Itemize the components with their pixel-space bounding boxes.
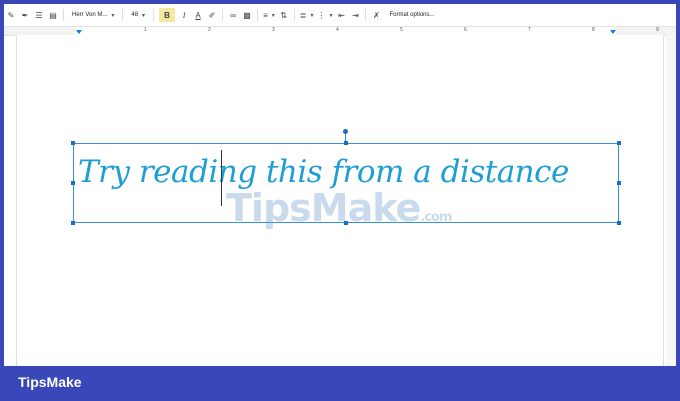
vertical-scrollbar[interactable] <box>666 35 676 366</box>
format-options-button[interactable]: Format options... <box>389 12 434 18</box>
clear-formatting-icon[interactable]: ✗ <box>371 8 381 22</box>
pen-icon[interactable]: ✒ <box>20 8 30 22</box>
ruler-number: 4 <box>336 27 339 33</box>
document-text[interactable]: Try reading this from a distance <box>78 154 569 190</box>
watermark-text: TipsMake <box>226 186 421 230</box>
watermark-suffix: .com <box>420 210 452 225</box>
ruler-number: 6 <box>464 27 467 33</box>
ruler-number: 7 <box>528 27 531 33</box>
toolbar-divider <box>122 9 124 21</box>
link-icon[interactable]: ∞ <box>228 8 238 22</box>
left-indent-marker-icon[interactable] <box>76 30 82 34</box>
toolbar-divider <box>257 9 259 21</box>
paint-format-icon[interactable]: ✎ <box>6 8 16 22</box>
toolbar-divider <box>293 9 295 21</box>
app-window: ✎ ✒ ☰ ▤ Herr Von M... 48 B I A ✐ ∞ ▩ ≡ ⇅… <box>4 4 676 366</box>
border-weight-icon[interactable]: ☰ <box>34 8 44 22</box>
rotation-handle[interactable] <box>343 129 348 134</box>
footer-brand: TipsMake <box>18 374 82 390</box>
font-size-select[interactable]: 48 <box>128 8 148 22</box>
comment-icon[interactable]: ▩ <box>242 8 252 22</box>
ruler-number: 3 <box>272 27 275 33</box>
text-cursor <box>221 150 222 206</box>
line-spacing-icon[interactable]: ⇅ <box>279 8 289 22</box>
resize-handle[interactable] <box>617 141 621 145</box>
resize-handle[interactable] <box>344 141 348 145</box>
footer-bar: TipsMake <box>0 366 680 401</box>
watermark-logo: TipsMake.com <box>226 186 452 230</box>
ruler-content-area <box>76 27 616 35</box>
formatting-toolbar: ✎ ✒ ☰ ▤ Herr Von M... 48 B I A ✐ ∞ ▩ ≡ ⇅… <box>4 4 676 26</box>
bulleted-list-icon[interactable]: ⋮ <box>317 8 332 22</box>
ruler-number: 2 <box>208 27 211 33</box>
resize-handle[interactable] <box>71 141 75 145</box>
text-color-button[interactable]: A <box>193 8 203 22</box>
toolbar-divider <box>153 9 155 21</box>
highlight-icon[interactable]: ✐ <box>207 8 217 22</box>
right-indent-marker-icon[interactable] <box>610 30 616 34</box>
toolbar-divider <box>365 9 367 21</box>
toolbar-divider <box>222 9 224 21</box>
resize-handle[interactable] <box>617 181 621 185</box>
resize-handle[interactable] <box>71 221 75 225</box>
border-dash-icon[interactable]: ▤ <box>48 8 58 22</box>
numbered-list-icon[interactable]: ≣ <box>300 8 314 22</box>
increase-indent-icon[interactable]: ⇥ <box>350 8 360 22</box>
ruler-number: 1 <box>144 27 147 33</box>
bold-button[interactable]: B <box>159 8 176 22</box>
resize-handle[interactable] <box>617 221 621 225</box>
toolbar-divider <box>63 9 64 21</box>
font-family-select[interactable]: Herr Von M... <box>69 8 117 22</box>
ruler-number: 9 <box>656 27 659 33</box>
align-icon[interactable]: ≡ <box>263 8 275 22</box>
ruler-number: 8 <box>592 27 595 33</box>
decrease-indent-icon[interactable]: ⇤ <box>336 8 346 22</box>
ruler-number: 5 <box>400 27 403 33</box>
resize-handle[interactable] <box>71 181 75 185</box>
italic-button[interactable]: I <box>179 8 189 22</box>
